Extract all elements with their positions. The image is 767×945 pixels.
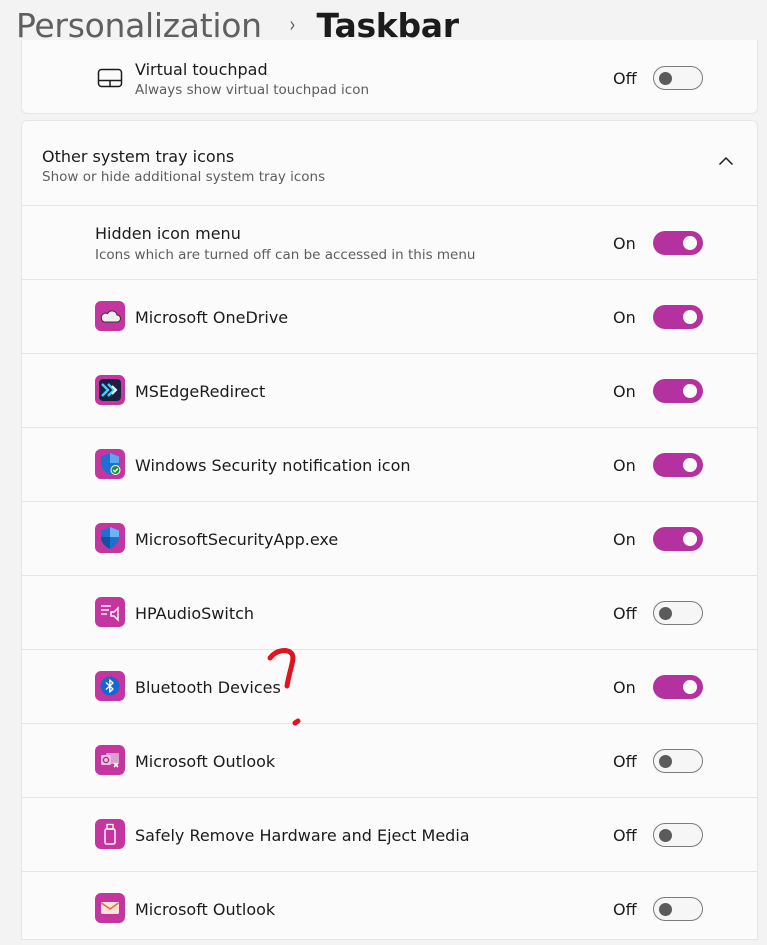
tray-app-toggle[interactable] [653,305,703,329]
toggle-knob [683,384,697,398]
tray-app-row-windows-security: Windows Security notification icon On [22,427,757,501]
virtual-touchpad-subtitle: Always show virtual touchpad icon [135,82,370,98]
tray-app-toggle[interactable] [653,897,703,921]
tray-app-state: Off [613,826,637,845]
toggle-knob [659,754,672,768]
tray-app-state: Off [613,900,637,919]
tray-app-state: On [613,308,636,327]
tray-app-name: Safely Remove Hardware and Eject Media [135,826,470,845]
tray-app-row-microsoft-security-app: MicrosoftSecurityApp.exe On [22,501,757,575]
breadcrumb-parent[interactable]: Personalization [16,6,262,45]
security-shield-icon [95,523,125,553]
tray-app-row-msedgeredirect: MSEdgeRedirect On [22,353,757,427]
tray-app-name: HPAudioSwitch [135,604,255,623]
toggle-knob [683,532,697,546]
tray-app-name: Bluetooth Devices [135,678,281,697]
page-title: Taskbar [316,5,459,45]
tray-app-state: On [613,530,636,549]
hidden-icon-menu-state: On [613,234,636,253]
tray-app-row-safely-remove-hardware: Safely Remove Hardware and Eject Media O… [22,797,757,871]
red-annotation-mark [262,646,312,740]
tray-app-row-onedrive: Microsoft OneDrive On [22,279,757,353]
outlook-icon [95,745,125,775]
toggle-knob [683,458,697,472]
tray-app-state: Off [613,752,637,771]
tray-app-state: On [613,456,636,475]
tray-app-toggle[interactable] [653,601,703,625]
toggle-knob [659,828,672,842]
chevron-up-icon[interactable] [718,151,734,170]
virtual-touchpad-title: Virtual touchpad [135,60,268,79]
tray-app-name: Microsoft Outlook [135,900,276,919]
tray-app-row-outlook-1: Microsoft Outlook Off [22,723,757,797]
tray-app-row-hpaudioswitch: HPAudioSwitch Off [22,575,757,649]
touchpad-icon [97,68,123,92]
bluetooth-icon [95,671,125,701]
tray-app-row-outlook-2: Microsoft Outlook Off [22,871,757,945]
tray-app-toggle[interactable] [653,379,703,403]
tray-section-title: Other system tray icons [42,147,235,166]
onedrive-icon [95,301,125,331]
tray-app-toggle[interactable] [653,749,703,773]
hidden-icon-menu-row: Hidden icon menu Icons which are turned … [22,205,757,279]
audio-switch-icon [95,597,125,627]
virtual-touchpad-card: Virtual touchpad Always show virtual tou… [21,40,758,114]
usb-drive-icon [95,819,125,849]
tray-app-state: On [613,678,636,697]
system-tray-icons-card: Other system tray icons Show or hide add… [21,120,758,940]
tray-app-row-bluetooth: Bluetooth Devices On [22,649,757,723]
tray-section-subtitle: Show or hide additional system tray icon… [42,169,326,185]
tray-section-header[interactable]: Other system tray icons Show or hide add… [22,121,757,205]
edge-redirect-icon [95,375,125,405]
breadcrumb-separator-icon: › [289,12,296,38]
tray-app-name: MSEdgeRedirect [135,382,266,401]
mail-icon [95,893,125,923]
toggle-knob [659,71,672,85]
tray-app-name: Microsoft Outlook [135,752,276,771]
tray-app-state: On [613,382,636,401]
tray-app-name: MicrosoftSecurityApp.exe [135,530,339,549]
windows-security-icon [95,449,125,479]
hidden-icon-menu-toggle[interactable] [653,231,703,255]
hidden-icon-menu-subtitle: Icons which are turned off can be access… [95,247,476,263]
tray-app-name: Microsoft OneDrive [135,308,289,327]
virtual-touchpad-toggle[interactable] [653,66,703,90]
toggle-knob [683,680,697,694]
tray-app-toggle[interactable] [653,675,703,699]
tray-app-name: Windows Security notification icon [135,456,411,475]
toggle-knob [683,236,697,250]
tray-app-state: Off [613,604,637,623]
tray-app-toggle[interactable] [653,527,703,551]
hidden-icon-menu-title: Hidden icon menu [95,224,241,243]
toggle-knob [659,606,672,620]
toggle-knob [659,902,672,916]
toggle-knob [683,310,697,324]
virtual-touchpad-state: Off [613,69,637,88]
tray-app-toggle[interactable] [653,453,703,477]
tray-app-toggle[interactable] [653,823,703,847]
